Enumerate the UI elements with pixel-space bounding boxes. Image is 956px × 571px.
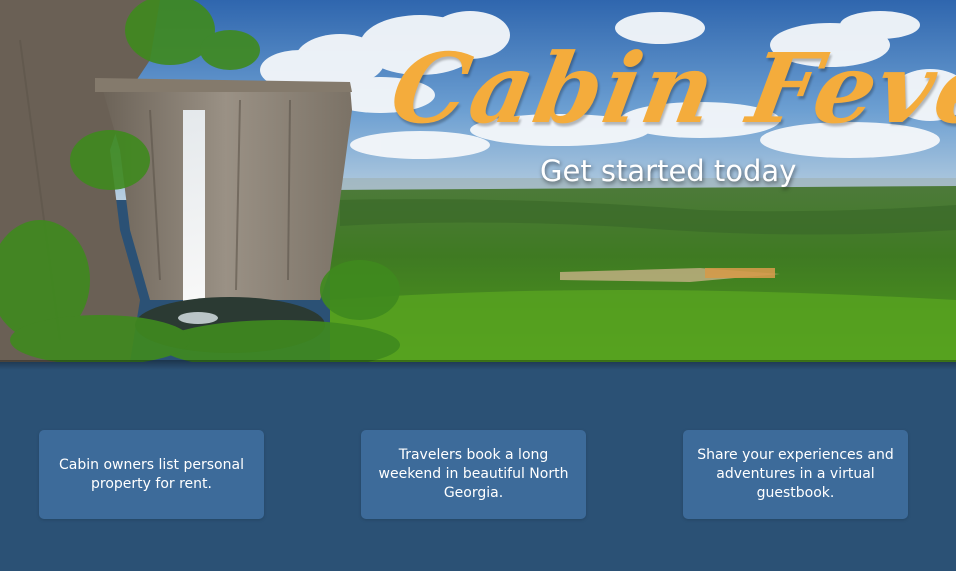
hero-tagline: Get started today <box>540 154 797 188</box>
feature-card-owners[interactable]: Cabin owners list personal property for … <box>39 430 264 519</box>
feature-card-guestbook[interactable]: Share your experiences and adventures in… <box>683 430 908 519</box>
feature-text: Share your experiences and adventures in… <box>697 447 894 501</box>
brand-title: Cabin Fever <box>383 32 956 145</box>
feature-card-travelers[interactable]: Travelers book a long weekend in beautif… <box>361 430 586 519</box>
feature-text: Travelers book a long weekend in beautif… <box>378 447 569 501</box>
features-section: Cabin owners list personal property for … <box>0 362 956 571</box>
feature-text: Cabin owners list personal property for … <box>59 456 244 492</box>
hero-banner: Cabin Fever Get started today <box>0 0 956 362</box>
